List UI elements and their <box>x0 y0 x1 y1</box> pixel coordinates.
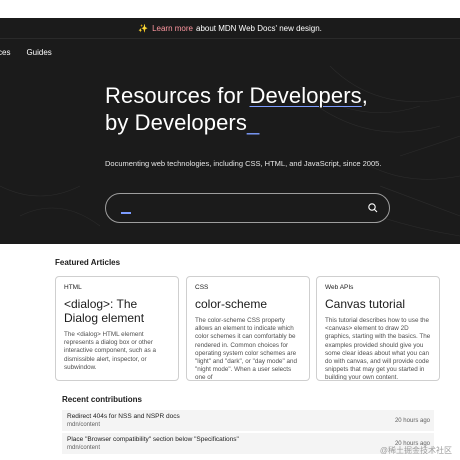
featured-card-canvas-tutorial[interactable]: Web APIs Canvas tutorial This tutorial d… <box>316 276 440 381</box>
recent-contributions-heading: Recent contributions <box>62 395 143 404</box>
hero-title-prefix: Resources for <box>105 83 250 108</box>
contribution-time: 20 hours ago <box>394 418 430 424</box>
card-description: This tutorial describes how to use the <… <box>325 317 431 381</box>
sparkle-icon: ✨ <box>138 23 149 33</box>
contribution-source[interactable]: mdn/content <box>67 422 100 428</box>
card-description: The <dialog> HTML element represents a d… <box>64 331 157 371</box>
hero-title-line2: by Developers <box>105 110 247 135</box>
hero-section: Resources for Developers, by Developers_… <box>0 66 460 244</box>
learn-more-link[interactable]: Learn more <box>152 24 193 33</box>
card-title[interactable]: <dialog>: The Dialog element <box>64 297 170 325</box>
nav-item-references[interactable]: ces <box>0 48 10 57</box>
top-margin <box>0 0 460 18</box>
contribution-title[interactable]: Place "Browser compatibility" section be… <box>67 436 239 443</box>
featured-card-dialog[interactable]: HTML <dialog>: The Dialog element The <d… <box>55 276 179 381</box>
card-description: The color-scheme CSS property allows an … <box>195 317 297 381</box>
card-title[interactable]: color-scheme <box>195 297 301 311</box>
card-title[interactable]: Canvas tutorial <box>325 297 431 311</box>
card-tag: CSS <box>195 284 209 291</box>
watermark-text: @稀土掘金技术社区 <box>379 446 452 455</box>
card-tag: HTML <box>64 284 82 291</box>
hero-subtitle: Documenting web technologies, including … <box>105 159 382 168</box>
featured-card-color-scheme[interactable]: CSS color-scheme The color-scheme CSS pr… <box>186 276 310 381</box>
contribution-row: Place "Browser compatibility" section be… <box>62 433 434 455</box>
top-navigation: ces Guides <box>0 38 460 66</box>
hero-title-comma: , <box>361 83 368 108</box>
search-icon[interactable] <box>367 202 379 214</box>
hero-title-highlight: Developers <box>249 83 362 108</box>
announcement-banner: ✨ Learn more about MDN Web Docs' new des… <box>0 18 460 38</box>
nav-item-guides[interactable]: Guides <box>26 48 51 57</box>
featured-articles-heading: Featured Articles <box>55 258 121 267</box>
contribution-row: Redirect 404s for NSS and NSPR docs mdn/… <box>62 410 434 432</box>
banner-text: about MDN Web Docs' new design. <box>196 23 322 33</box>
card-tag: Web APIs <box>325 284 354 291</box>
search-caret <box>121 212 131 214</box>
search-input[interactable] <box>118 200 358 216</box>
hero-title: Resources for Developers, by Developers_ <box>105 82 368 136</box>
contribution-title[interactable]: Redirect 404s for NSS and NSPR docs <box>67 413 180 420</box>
search-box <box>105 193 390 223</box>
contribution-source[interactable]: mdn/content <box>67 445 100 451</box>
hero-title-cursor: _ <box>246 110 260 135</box>
